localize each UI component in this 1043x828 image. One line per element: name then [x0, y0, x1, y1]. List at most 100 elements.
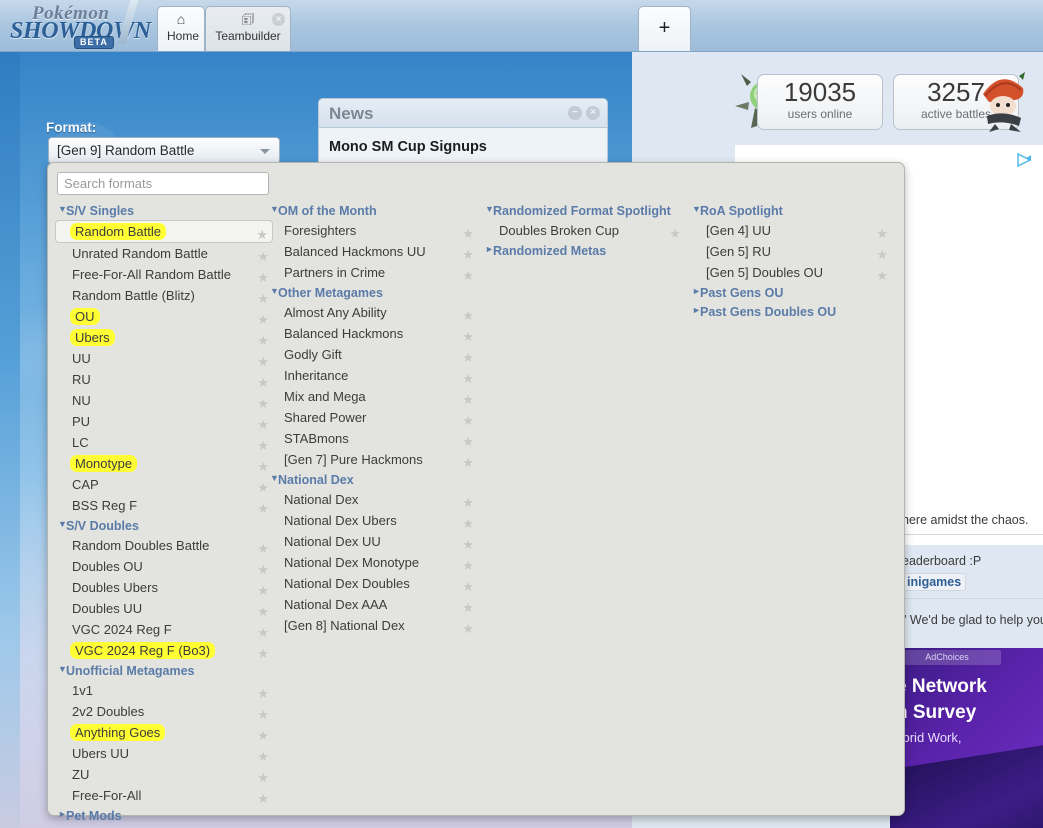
star-icon[interactable]: ★ [257, 767, 269, 788]
dropdown-group-header[interactable]: ►Past Gens Doubles OU [692, 302, 892, 321]
dropdown-group-header[interactable]: ▼S/V Singles [58, 201, 273, 220]
star-icon[interactable]: ★ [876, 223, 888, 244]
star-icon[interactable]: ★ [876, 244, 888, 265]
star-icon[interactable]: ★ [257, 456, 269, 477]
star-icon[interactable]: ★ [257, 643, 269, 664]
star-icon[interactable]: ★ [462, 431, 474, 452]
format-option[interactable]: [Gen 4] UU★ [692, 220, 892, 241]
star-icon[interactable]: ★ [462, 452, 474, 473]
star-icon[interactable]: ★ [462, 597, 474, 618]
news-item-link[interactable]: Mono SM Cup Signups [329, 139, 487, 155]
star-icon[interactable]: ★ [462, 347, 474, 368]
format-option[interactable]: [Gen 5] RU★ [692, 241, 892, 262]
star-icon[interactable]: ★ [462, 534, 474, 555]
format-option[interactable]: VGC 2024 Reg F★ [58, 619, 273, 640]
format-option[interactable]: Doubles Broken Cup★ [485, 220, 685, 241]
minigames-link[interactable]: inigames [902, 573, 966, 591]
format-option[interactable]: National Dex Monotype★ [270, 552, 478, 573]
star-icon[interactable]: ★ [462, 389, 474, 410]
star-icon[interactable]: ★ [257, 246, 269, 267]
star-icon[interactable]: ★ [462, 555, 474, 576]
format-option[interactable]: Doubles OU★ [58, 556, 273, 577]
dropdown-group-header[interactable]: ▼S/V Doubles [58, 516, 273, 535]
format-option[interactable]: [Gen 5] Doubles OU★ [692, 262, 892, 283]
star-icon[interactable]: ★ [462, 410, 474, 431]
star-icon[interactable]: ★ [257, 601, 269, 622]
star-icon[interactable]: ★ [256, 224, 268, 245]
dropdown-group-header[interactable]: ►Randomized Metas [485, 241, 685, 260]
star-icon[interactable]: ★ [257, 704, 269, 725]
format-option[interactable]: ZU★ [58, 764, 273, 785]
dropdown-group-header[interactable]: ▼National Dex [270, 470, 478, 489]
format-option[interactable]: Balanced Hackmons★ [270, 323, 478, 344]
new-tab-button[interactable]: + [638, 6, 691, 51]
star-icon[interactable]: ★ [462, 265, 474, 286]
format-option[interactable]: Monotype★ [58, 453, 273, 474]
star-icon[interactable]: ★ [257, 267, 269, 288]
star-icon[interactable]: ★ [462, 244, 474, 265]
format-option[interactable]: OU★ [58, 306, 273, 327]
star-icon[interactable]: ★ [462, 326, 474, 347]
format-option[interactable]: Shared Power★ [270, 407, 478, 428]
format-option[interactable]: National Dex UU★ [270, 531, 478, 552]
format-option[interactable]: [Gen 7] Pure Hackmons★ [270, 449, 478, 470]
star-icon[interactable]: ★ [257, 414, 269, 435]
format-option[interactable]: Mix and Mega★ [270, 386, 478, 407]
star-icon[interactable]: ★ [257, 538, 269, 559]
star-icon[interactable]: ★ [257, 559, 269, 580]
dropdown-group-header[interactable]: ►Pet Mods [58, 806, 273, 825]
dropdown-group-header[interactable]: ▼Unofficial Metagames [58, 661, 273, 680]
format-option[interactable]: National Dex Ubers★ [270, 510, 478, 531]
star-icon[interactable]: ★ [462, 576, 474, 597]
advertisement-panel-bottom[interactable]: AdChoices e Network h Survey ybrid Work, [890, 648, 1043, 828]
star-icon[interactable]: ★ [462, 513, 474, 534]
format-option[interactable]: National Dex Doubles★ [270, 573, 478, 594]
star-icon[interactable]: ★ [257, 580, 269, 601]
format-option[interactable]: Inheritance★ [270, 365, 478, 386]
format-option[interactable]: VGC 2024 Reg F (Bo3)★ [58, 640, 273, 661]
dropdown-group-header[interactable]: ►Past Gens OU [692, 283, 892, 302]
star-icon[interactable]: ★ [669, 223, 681, 244]
format-option[interactable]: Random Battle (Blitz)★ [58, 285, 273, 306]
tab-home[interactable]: ⌂ Home [157, 6, 205, 51]
format-option[interactable]: Anything Goes★ [58, 722, 273, 743]
star-icon[interactable]: ★ [257, 788, 269, 809]
star-icon[interactable]: ★ [462, 305, 474, 326]
format-option[interactable]: STABmons★ [270, 428, 478, 449]
users-online-counter[interactable]: 19035 users online [757, 74, 883, 130]
tab-teambuilder[interactable]: 🗊 Teambuilder × [205, 6, 291, 51]
format-option[interactable]: Doubles Ubers★ [58, 577, 273, 598]
star-icon[interactable]: ★ [257, 288, 269, 309]
format-option[interactable]: Ubers UU★ [58, 743, 273, 764]
format-option[interactable]: BSS Reg F★ [58, 495, 273, 516]
format-option[interactable]: 2v2 Doubles★ [58, 701, 273, 722]
star-icon[interactable]: ★ [257, 746, 269, 767]
minimize-icon[interactable]: − [568, 106, 582, 120]
star-icon[interactable]: ★ [257, 477, 269, 498]
star-icon[interactable]: ★ [257, 683, 269, 704]
format-option[interactable]: National Dex★ [270, 489, 478, 510]
star-icon[interactable]: ★ [876, 265, 888, 286]
app-logo[interactable]: Pokémon SHOWDOWN BETA [8, 2, 156, 48]
format-option[interactable]: LC★ [58, 432, 273, 453]
star-icon[interactable]: ★ [257, 498, 269, 519]
format-option[interactable]: Random Doubles Battle★ [58, 535, 273, 556]
format-option[interactable]: Godly Gift★ [270, 344, 478, 365]
format-option[interactable]: NU★ [58, 390, 273, 411]
format-option[interactable]: Random Battle★ [55, 220, 273, 243]
adchoices-label-bottom[interactable]: AdChoices [893, 650, 1001, 665]
star-icon[interactable]: ★ [462, 492, 474, 513]
format-option[interactable]: PU★ [58, 411, 273, 432]
adchoices-icon[interactable] [1017, 153, 1033, 167]
format-option[interactable]: Foresighters★ [270, 220, 478, 241]
format-option[interactable]: RU★ [58, 369, 273, 390]
star-icon[interactable]: ★ [257, 351, 269, 372]
star-icon[interactable]: ★ [257, 435, 269, 456]
search-input[interactable] [57, 172, 269, 195]
close-icon[interactable]: × [586, 106, 600, 120]
format-option[interactable]: Unrated Random Battle★ [58, 243, 273, 264]
star-icon[interactable]: ★ [257, 330, 269, 351]
format-option[interactable]: [Gen 8] National Dex★ [270, 615, 478, 636]
format-option[interactable]: Almost Any Ability★ [270, 302, 478, 323]
star-icon[interactable]: ★ [257, 393, 269, 414]
